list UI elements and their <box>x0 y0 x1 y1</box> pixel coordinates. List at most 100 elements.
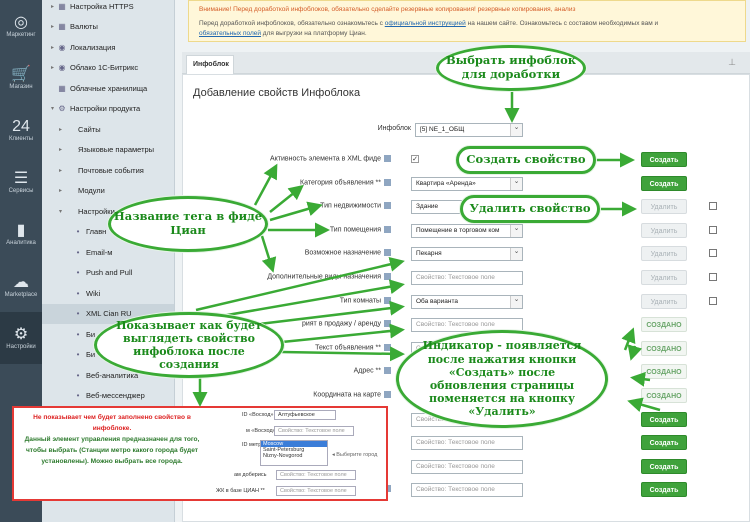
tree-node-icon: ▦ <box>58 22 66 31</box>
delete-checkbox[interactable] <box>709 273 717 281</box>
tree-arrow-icon[interactable]: ▸ <box>48 44 57 51</box>
property-input[interactable]: Свойство: Текстовое поле <box>411 436 523 451</box>
help-icon[interactable] <box>384 225 391 233</box>
rail-item-2[interactable]: 24 Клиенты <box>0 104 42 156</box>
rail-item-4[interactable]: ▮ Аналитика <box>0 208 42 260</box>
property-row: Возможное назначение Пекарня Удалить <box>183 243 750 265</box>
tree-arrow-icon[interactable]: ▸ <box>56 187 65 194</box>
mini-label-2: м «Восход» <box>246 428 276 434</box>
tree-item-4[interactable]: ▦ Облачные хранилища <box>42 78 174 98</box>
tree-item-label: Облако 1С-Битрикс <box>70 63 139 72</box>
city-preview-box: Не показывает чем будет заполнено свойст… <box>12 406 388 501</box>
rail-item-5[interactable]: ☁ Marketplace <box>0 260 42 312</box>
tree-arrow-icon[interactable]: ▸ <box>48 3 57 10</box>
tree-arrow-icon[interactable]: ▸ <box>56 167 65 174</box>
property-row: Дополнительные виды назначения Свойство: … <box>183 267 750 289</box>
city-listbox[interactable]: Moscow Saint-Petersburg Nizny-Novgorod <box>260 440 328 466</box>
tree-item-5[interactable]: ▾ ⚙ Настройки продукта <box>42 99 174 119</box>
tree-item-7[interactable]: ▸ Языковые параметры <box>42 140 174 160</box>
tree-item-label: Веб-мессенджер <box>86 391 145 400</box>
preview-explanation: Не показывает чем будет заполнено свойст… <box>17 412 207 467</box>
rail-item-6[interactable]: ⚙ Настройки <box>0 312 42 364</box>
instruction-link[interactable]: официальной инструкцией <box>385 20 466 27</box>
tree-item-13[interactable]: • Push and Pull <box>42 263 174 283</box>
property-select[interactable]: Помещение в торговом ком <box>411 223 523 238</box>
tree-arrow-icon[interactable]: ▸ <box>48 23 57 30</box>
pin-icon[interactable]: ⊥ <box>728 57 736 68</box>
tree-arrow-icon[interactable]: ▸ <box>56 146 65 153</box>
help-icon[interactable] <box>384 296 391 304</box>
tree-item-0[interactable]: ▸ ▦ Настройка HTTPS <box>42 0 174 16</box>
notice-text-2: на нашем сайте. Ознакомьтесь с составом … <box>465 20 659 27</box>
delete-checkbox[interactable] <box>709 202 717 211</box>
property-select[interactable]: Оба варианта <box>411 294 523 309</box>
delete-checkbox[interactable] <box>709 249 717 258</box>
created-indicator: СОЗДАНО <box>641 364 687 380</box>
rail-item-label: Настройки <box>6 344 36 350</box>
create-button[interactable]: Создать <box>641 435 687 451</box>
tree-arrow-icon[interactable]: ▸ <box>48 64 57 71</box>
city-option-nn[interactable]: Nizny-Novgorod <box>261 453 327 459</box>
warning-notice: Внимание! Перед доработкой инфоблоков, о… <box>188 0 746 42</box>
tree-node-icon: ⚙ <box>58 104 66 113</box>
help-icon[interactable] <box>384 343 391 351</box>
delete-checkbox[interactable] <box>709 296 717 305</box>
mini-select-1[interactable]: Алтуфьевское <box>274 410 336 420</box>
delete-button[interactable]: Удалить <box>641 222 687 238</box>
active-checkbox[interactable]: ✓ <box>411 155 419 163</box>
tree-item-3[interactable]: ▸ ◉ Облако 1С-Битрикс <box>42 58 174 78</box>
delete-checkbox[interactable] <box>709 225 717 234</box>
property-input[interactable]: Свойство: Текстовое поле <box>411 459 523 474</box>
tree-item-14[interactable]: • Wiki <box>42 283 174 303</box>
help-icon[interactable] <box>384 249 391 257</box>
create-button[interactable]: Создать <box>641 175 687 191</box>
tree-item-1[interactable]: ▸ ▦ Валюты <box>42 17 174 37</box>
create-button[interactable]: Создать <box>641 458 687 474</box>
required-fields-link[interactable]: обязательных полей <box>199 30 261 37</box>
tree-arrow-icon[interactable]: ▾ <box>48 105 57 112</box>
tree-item-2[interactable]: ▸ ◉ Локализация <box>42 37 174 57</box>
mini-input-5[interactable]: Свойство: Текстовое поле <box>276 486 356 496</box>
help-icon[interactable] <box>384 391 391 398</box>
property-label-text: Дополнительные виды назначения <box>267 273 381 281</box>
delete-button[interactable]: Удалить <box>641 293 687 309</box>
property-input[interactable]: Свойство: Текстовое поле <box>411 483 523 498</box>
tree-node-icon: • <box>76 288 80 298</box>
notice-warning-text: Внимание! Перед доработкой инфоблоков, о… <box>199 6 576 13</box>
delete-button[interactable]: Удалить <box>641 199 687 215</box>
delete-button[interactable]: Удалить <box>641 246 687 262</box>
tree-item-6[interactable]: ▸ Сайты <box>42 119 174 139</box>
help-icon[interactable] <box>384 273 391 280</box>
tree-item-8[interactable]: ▸ Почтовые события <box>42 160 174 180</box>
rail-item-3[interactable]: ☰ Сервисы <box>0 156 42 208</box>
iblock-select[interactable]: [5] NE_1_ОБЩ <box>415 123 523 137</box>
property-select[interactable]: Квартира «Аренда» <box>411 176 523 191</box>
tree-arrow-icon[interactable]: ▸ <box>56 126 65 133</box>
mini-input-2[interactable]: Свойство: Текстовое поле <box>274 426 354 436</box>
help-icon[interactable] <box>384 367 391 375</box>
rail-item-1[interactable]: 🛒 Магазин <box>0 52 42 104</box>
help-icon[interactable] <box>384 155 391 162</box>
property-select[interactable]: Пекарня <box>411 247 523 262</box>
tree-arrow-icon[interactable]: ▾ <box>56 208 65 215</box>
property-label: Дополнительные виды назначения <box>267 273 391 280</box>
help-icon[interactable] <box>384 202 391 210</box>
help-icon[interactable] <box>384 320 391 328</box>
tab-iblock[interactable]: Инфоблок <box>186 55 234 74</box>
cloud-tag-name: Название тега в фиде Циан <box>108 196 268 252</box>
property-label-text: Текст объявления ** <box>315 344 381 352</box>
tree-item-19[interactable]: • Веб-мессенджер <box>42 386 174 406</box>
tree-node-icon: • <box>76 268 80 277</box>
tree-item-label: Модули <box>78 186 105 195</box>
rail-item-label: Marketplace <box>4 292 38 298</box>
create-button[interactable]: Создать <box>641 152 687 167</box>
property-label: Возможное назначение <box>305 249 391 257</box>
tree-node-icon: • <box>76 309 80 318</box>
create-button[interactable]: Создать <box>641 482 687 498</box>
create-button[interactable]: Создать <box>641 411 687 427</box>
property-input[interactable]: Свойство: Текстовое поле <box>411 271 523 285</box>
delete-button[interactable]: Удалить <box>641 270 687 285</box>
mini-input-4[interactable]: Свойство: Текстовое поле <box>276 470 356 480</box>
rail-item-0[interactable]: ◎ Маркетинг <box>0 0 42 52</box>
help-icon[interactable] <box>384 178 391 186</box>
